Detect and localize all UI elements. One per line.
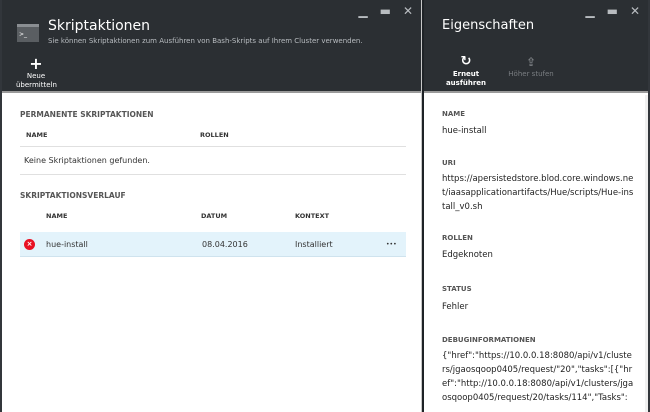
promote-label: Höher stufen: [508, 70, 554, 78]
col-name: NAME: [46, 212, 68, 220]
rerun-button[interactable]: ↻ Erneut ausführen: [436, 54, 496, 88]
row-date: 08.04.2016: [202, 240, 248, 249]
blade-title: Skriptaktionen: [48, 18, 151, 34]
blade-header: ▁ ▬ ✕ >_ Skriptaktionen Sie können Skrip…: [2, 0, 421, 93]
col-roles: ROLLEN: [200, 131, 229, 139]
close-button[interactable]: ✕: [630, 4, 640, 18]
blade-header: ▁ ▬ ✕ Eigenschaften ↻ Erneut ausführen ⇪…: [424, 0, 648, 93]
prop-label: STATUS: [442, 285, 472, 293]
prop-label: URI: [442, 159, 456, 167]
prop-label: ROLLEN: [442, 234, 473, 242]
col-context: KONTEXT: [295, 212, 330, 220]
terminal-icon: >_: [17, 24, 39, 42]
row-name: hue-install: [46, 240, 88, 249]
maximize-button[interactable]: ▬: [380, 4, 391, 18]
more-icon[interactable]: •••: [386, 241, 397, 248]
redo-icon: ↻: [460, 54, 472, 69]
blade-title: Eigenschaften: [442, 18, 535, 33]
close-button[interactable]: ✕: [403, 4, 413, 18]
prop-value: Fehler: [442, 302, 469, 312]
plus-icon: +: [29, 54, 43, 73]
promote-button[interactable]: ⇪ Höher stufen: [506, 54, 556, 79]
col-date: DATUM: [201, 212, 228, 220]
blade-subtitle: Sie können Skriptaktionen zum Ausführen …: [48, 37, 363, 45]
table-row[interactable]: × hue-install 08.04.2016 Installiert •••: [20, 232, 406, 257]
scrollbar[interactable]: [645, 95, 648, 412]
error-icon: ×: [24, 239, 35, 250]
prop-label: DEBUGINFORMATIONEN: [442, 336, 536, 344]
upload-icon: ⇪: [525, 55, 537, 69]
new-submit-button[interactable]: + Neue übermitteln: [16, 54, 57, 90]
minimize-button[interactable]: ▁: [585, 4, 594, 18]
prop-value: Edgeknoten: [442, 250, 493, 260]
prop-value: https://apersistedstore.blod.core.window…: [442, 174, 634, 212]
submit-label: übermitteln: [16, 81, 57, 89]
row-context: Installiert: [295, 240, 333, 249]
rerun-label: Erneut ausführen: [445, 70, 487, 87]
prop-value: hue-install: [442, 126, 487, 136]
col-name: NAME: [26, 131, 48, 139]
history-heading: SKRIPTAKTIONSVERLAUF: [20, 191, 126, 200]
properties-blade: ▁ ▬ ✕ Eigenschaften ↻ Erneut ausführen ⇪…: [422, 0, 650, 412]
minimize-button[interactable]: ▁: [358, 4, 367, 18]
script-actions-blade: ▁ ▬ ✕ >_ Skriptaktionen Sie können Skrip…: [0, 0, 422, 412]
new-label: Neue: [26, 72, 46, 80]
empty-message: Keine Skriptaktionen gefunden.: [24, 156, 150, 165]
permanent-heading: PERMANENTE SKRIPTAKTIONEN: [20, 110, 154, 119]
prop-label: NAME: [442, 110, 466, 118]
maximize-button[interactable]: ▬: [607, 4, 618, 18]
prop-value: {"href":"https://10.0.0.18:8080/api/v1/c…: [442, 351, 634, 403]
